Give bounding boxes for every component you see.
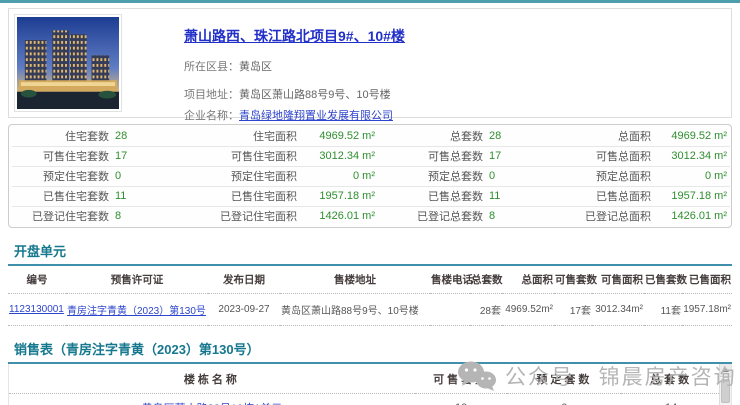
stat-value: 1957.18 m² xyxy=(654,185,730,206)
stat-label: 已售住宅套数 xyxy=(12,185,112,206)
stat-label: 已登记总套数 xyxy=(378,205,486,226)
kaipan-table: 编号 预售许可证 发布日期 售楼地址 售楼电话 总套数 总面积 可售套数 可售面… xyxy=(8,266,732,326)
stat-value: 0 m² xyxy=(300,165,378,186)
header-cell: 已售面积 xyxy=(682,266,732,294)
total-units: 28套 xyxy=(470,293,502,326)
stat-label: 预定住宅套数 xyxy=(12,165,112,186)
sales-section-title: 销售表（青房注字青黄（2023）第130号） xyxy=(14,342,260,357)
stat-value: 11 xyxy=(112,185,170,206)
header-cell: 售楼电话 xyxy=(430,266,473,294)
stat-label: 预定住宅面积 xyxy=(170,165,300,186)
stat-label: 总套数 xyxy=(450,130,483,143)
wechat-icon xyxy=(458,361,496,391)
building-photo[interactable] xyxy=(14,14,122,112)
table-row: 已售住宅套数 11 已售住宅面积 1957.18 m² 已售总套数 11 已售总面积 1… xyxy=(12,185,730,206)
permit-id-link[interactable]: 1123130001 xyxy=(9,304,64,315)
kaipan-section-title: 开盘单元 xyxy=(14,244,67,259)
stat-label: 可售总面积 xyxy=(544,145,654,166)
available-area: 3012.34m² xyxy=(592,293,644,326)
header-cell: 预售许可证 xyxy=(66,266,208,294)
project-info: 萧山路西、珠江路北项目9#、10#楼 所在区县：黄岛区 项目地址：黄岛区萧山路8… xyxy=(122,14,405,122)
building-photo-art xyxy=(17,17,119,109)
stat-value: 28 xyxy=(115,129,128,142)
table-row: 已登记住宅套数 8 已登记住宅面积 1426.01 m² 已登记总套数 8 已登记总面… xyxy=(12,205,730,226)
project-profile-card: 萧山路西、珠江路北项目9#、10#楼 所在区县：黄岛区 项目地址：黄岛区萧山路8… xyxy=(8,8,732,122)
district-field: 所在区县：黄岛区 xyxy=(184,58,405,74)
stat-value: 1426.01 m² xyxy=(300,205,378,226)
address-field: 项目地址：黄岛区萧山路88号9号、10号楼 xyxy=(184,86,405,102)
total-units: 14 xyxy=(621,393,721,405)
stat-value: 1957.18 m² xyxy=(300,185,378,206)
address-value: 黄岛区萧山路88号9号、10号楼 xyxy=(239,89,391,101)
table-row: 黄岛区萧山路88号10栋1单元 10 0 14 xyxy=(9,393,721,405)
watermark-text: 公众号 · 锦晨房产咨询 xyxy=(505,366,737,389)
available-units: 17套 xyxy=(554,293,592,326)
stat-label: 可售住宅面积 xyxy=(170,145,300,166)
company-field: 企业名称：青岛绿地隆翔置业发展有限公司 xyxy=(184,107,405,123)
district-value: 黄岛区 xyxy=(239,61,272,73)
stat-label: 已售总面积 xyxy=(544,185,654,206)
stat-label: 可售住宅套数 xyxy=(12,145,112,166)
header-cell: 编号 xyxy=(8,266,66,294)
header-cell: 楼栋名称 xyxy=(9,364,415,394)
company-link[interactable]: 青岛绿地隆翔置业发展有限公司 xyxy=(239,110,393,122)
stat-label: 总面积 xyxy=(618,130,651,143)
stats-table: 住宅套数 28 住宅面积 4969.52 m² 总套数 28 总面积 4969.52 m… xyxy=(12,126,730,226)
header-cell: 发布日期 xyxy=(208,266,280,294)
stat-value: 11 xyxy=(486,185,544,206)
stat-value: 3012.34 m² xyxy=(654,145,730,166)
project-title-link[interactable]: 萧山路西、珠江路北项目9#、10#楼 xyxy=(184,26,405,46)
header-cell: 可售套数 xyxy=(554,266,597,294)
address-label: 项目地址： xyxy=(184,89,239,101)
stat-label: 已登记总面积 xyxy=(544,205,654,226)
table-header-row: 编号 预售许可证 发布日期 售楼地址 售楼电话 总套数 总面积 可售套数 可售面… xyxy=(8,266,732,294)
stat-label: 住宅套数 xyxy=(65,130,109,143)
header-cell: 总套数 xyxy=(470,266,503,294)
stats-summary-box: 住宅套数 28 住宅面积 4969.52 m² 总套数 28 总面积 4969.52 m… xyxy=(8,124,732,228)
stat-value: 28 xyxy=(489,129,502,142)
stat-label: 住宅面积 xyxy=(253,130,297,143)
sales-phone xyxy=(430,293,470,326)
stat-label: 可售总套数 xyxy=(378,145,486,166)
stat-value: 8 xyxy=(112,205,170,226)
stat-value: 17 xyxy=(112,145,170,166)
stat-value: 3012.34 m² xyxy=(300,145,378,166)
district-label: 所在区县： xyxy=(184,61,239,73)
presale-permit-link[interactable]: 青房注字青黄（2023）第130号 xyxy=(67,306,206,317)
stat-value: 17 xyxy=(486,145,544,166)
stat-label: 已售住宅面积 xyxy=(170,185,300,206)
sold-area: 1957.18m² xyxy=(682,293,732,326)
stat-value: 8 xyxy=(486,205,544,226)
sold-units: 11套 xyxy=(644,293,682,326)
total-area: 4969.52m² xyxy=(502,293,554,326)
stat-label: 已售总套数 xyxy=(378,185,486,206)
stat-label: 已登记住宅面积 xyxy=(170,205,300,226)
table-row: 可售住宅套数 17 可售住宅面积 3012.34 m² 可售总套数 17 可售总面积 3… xyxy=(12,145,730,166)
header-cell: 售楼地址 xyxy=(280,266,430,294)
header-cell: 总面积 xyxy=(502,266,554,294)
stat-value: 0 xyxy=(486,165,544,186)
property-info-page: 萧山路西、珠江路北项目9#、10#楼 所在区县：黄岛区 项目地址：黄岛区萧山路8… xyxy=(0,0,740,405)
company-label: 企业名称： xyxy=(184,110,239,122)
top-accent-bar xyxy=(0,0,740,3)
publish-date: 2023-09-27 xyxy=(208,293,280,326)
watermark: 公众号 · 锦晨房产咨询 xyxy=(456,360,737,392)
table-row: 住宅套数 28 住宅面积 4969.52 m² 总套数 28 总面积 4969.52 m… xyxy=(12,126,730,146)
table-row: 预定住宅套数 0 预定住宅面积 0 m² 预定总套数 0 预定总面积 0 m² xyxy=(12,165,730,186)
sales-address: 黄岛区萧山路88号9号、10号楼 xyxy=(280,293,430,326)
available-units: 10 xyxy=(414,393,508,405)
header-cell: 已售套数 xyxy=(644,266,687,294)
table-row: 1123130001 青房注字青黄（2023）第130号 2023-09-27 … xyxy=(8,293,732,326)
stat-value: 1426.01 m² xyxy=(654,205,730,226)
stat-value: 0 xyxy=(112,165,170,186)
stat-value: 0 m² xyxy=(654,165,730,186)
stat-label: 预定总套数 xyxy=(378,165,486,186)
reserved-units: 0 xyxy=(507,393,622,405)
stat-label: 已登记住宅套数 xyxy=(12,205,112,226)
stat-value: 4969.52 m² xyxy=(671,129,727,142)
header-cell: 可售面积 xyxy=(592,266,644,294)
stat-label: 预定总面积 xyxy=(544,165,654,186)
stat-value: 4969.52 m² xyxy=(319,129,375,142)
